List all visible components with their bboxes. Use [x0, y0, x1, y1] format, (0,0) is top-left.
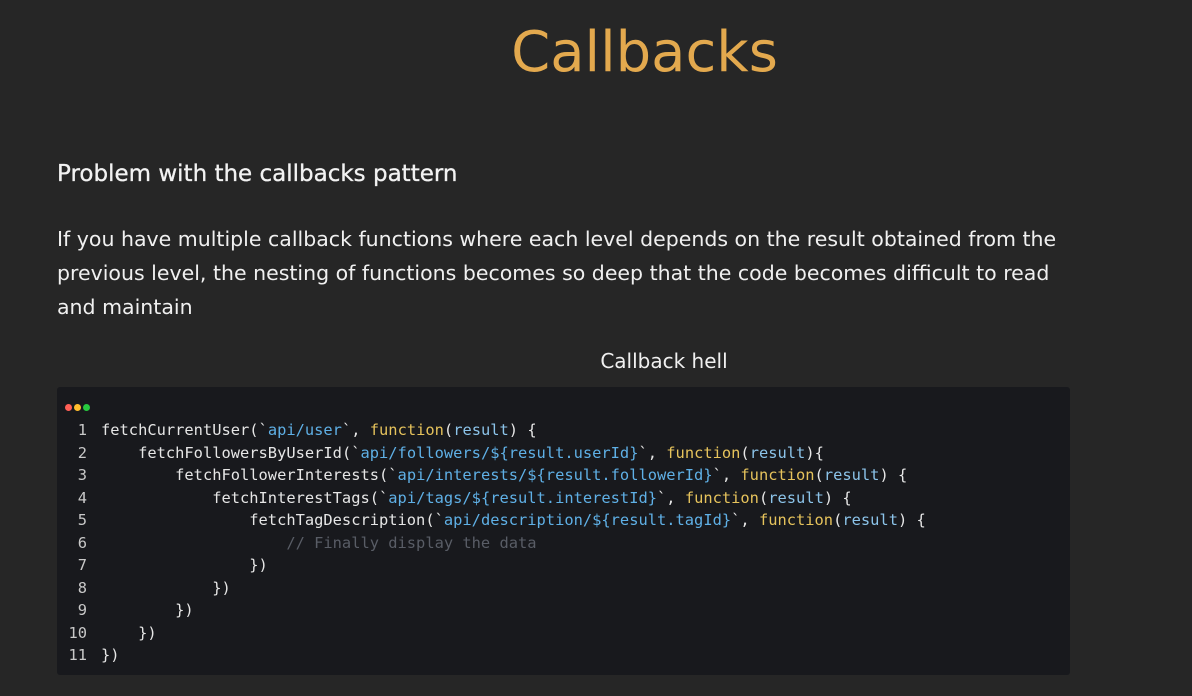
code-punctuation: }): [138, 623, 157, 642]
code-line: 9 }): [57, 599, 1070, 622]
line-number: 1: [77, 421, 87, 439]
code-line: 4 fetchInterestTags(`api/tags/${result.i…: [57, 487, 1070, 510]
line-number: 6: [77, 533, 87, 552]
code-keyword: function: [369, 421, 444, 439]
code-window: 1 fetchCurrentUser(`api/user`, function(r…: [57, 387, 1070, 675]
line-number: 7: [77, 556, 87, 574]
code-line: 10 }): [57, 622, 1070, 645]
code-block: 1 fetchCurrentUser(`api/user`, function(r…: [57, 419, 1070, 667]
code-keyword: function: [684, 488, 759, 507]
code-line: 7 }): [57, 554, 1070, 577]
code-function-name: fetchFollowerInterests: [175, 466, 379, 484]
line-number: 9: [77, 601, 87, 619]
line-number: 10: [68, 623, 87, 642]
code-punctuation: `,: [731, 511, 759, 529]
code-punctuation: (: [833, 511, 843, 529]
code-line: 3 fetchFollowerInterests(`api/interests/…: [57, 464, 1070, 487]
code-string: api/tags/${result.interestId}: [388, 488, 657, 507]
line-number: 8: [77, 578, 87, 597]
code-function-name: fetchFollowersByUserId: [138, 443, 342, 462]
code-punctuation: }): [175, 601, 194, 619]
code-string: api/followers/${result.userId}: [360, 443, 639, 462]
code-punctuation: `,: [638, 443, 667, 462]
code-punctuation: ) {: [508, 421, 537, 439]
code-punctuation: `,: [657, 488, 685, 507]
window-controls: [65, 396, 92, 411]
code-comment: // Finally display the data: [286, 533, 537, 552]
code-parameter: result: [768, 488, 824, 507]
slide-title: Callbacks: [511, 20, 778, 85]
code-punctuation: (`: [425, 511, 444, 529]
code-punctuation: (`: [249, 421, 268, 439]
line-number: 2: [77, 443, 87, 462]
code-punctuation: (`: [369, 488, 389, 507]
code-punctuation: (`: [341, 443, 361, 462]
slide: Callbacks Problem with the callbacks pat…: [0, 0, 1192, 696]
code-caption: Callback hell: [600, 349, 728, 373]
code-punctuation: ) {: [897, 511, 926, 529]
code-function-name: fetchCurrentUser: [101, 421, 250, 439]
code-function-name: fetchInterestTags: [212, 488, 370, 507]
code-punctuation: `,: [341, 421, 370, 439]
code-line: 6 // Finally display the data: [57, 532, 1070, 555]
code-punctuation: ){: [805, 443, 824, 462]
code-punctuation: (`: [379, 466, 398, 484]
code-string: api/user: [267, 421, 342, 439]
line-number: 11: [68, 646, 87, 664]
code-punctuation: (: [814, 466, 824, 484]
code-keyword: function: [758, 511, 834, 529]
code-string: api/description/${result.tagId}: [443, 511, 732, 529]
code-parameter: result: [842, 511, 898, 529]
line-number: 4: [77, 488, 87, 507]
code-punctuation: }): [101, 646, 120, 664]
code-parameter: result: [453, 421, 509, 439]
code-function-name: fetchTagDescription: [249, 511, 426, 529]
line-number: 5: [77, 511, 87, 529]
code-line: 2 fetchFollowersByUserId(`api/followers/…: [57, 442, 1070, 465]
code-string: api/interests/${result.followerId}: [397, 466, 713, 484]
code-punctuation: (: [443, 421, 454, 439]
section-heading: Problem with the callbacks pattern: [57, 161, 458, 187]
code-line: 11}): [57, 644, 1070, 667]
code-punctuation: ) {: [879, 466, 908, 484]
code-parameter: result: [823, 466, 880, 484]
code-punctuation: ) {: [823, 488, 852, 507]
body-paragraph: If you have multiple callback functions …: [57, 227, 1057, 319]
code-punctuation: (: [740, 443, 750, 462]
code-keyword: function: [666, 443, 741, 462]
red-dot-icon: [65, 404, 72, 411]
green-dot-icon: [83, 404, 90, 411]
code-punctuation: }): [212, 578, 231, 597]
code-line: 8 }): [57, 577, 1070, 600]
line-number: 3: [77, 466, 87, 484]
code-punctuation: }): [249, 556, 268, 574]
code-line: 1 fetchCurrentUser(`api/user`, function(r…: [57, 419, 1070, 442]
code-parameter: result: [749, 443, 806, 462]
yellow-dot-icon: [74, 404, 81, 411]
code-keyword: function: [740, 466, 815, 484]
code-line: 5 fetchTagDescription(`api/description/$…: [57, 509, 1070, 532]
code-punctuation: (: [758, 488, 769, 507]
code-punctuation: `,: [712, 466, 741, 484]
